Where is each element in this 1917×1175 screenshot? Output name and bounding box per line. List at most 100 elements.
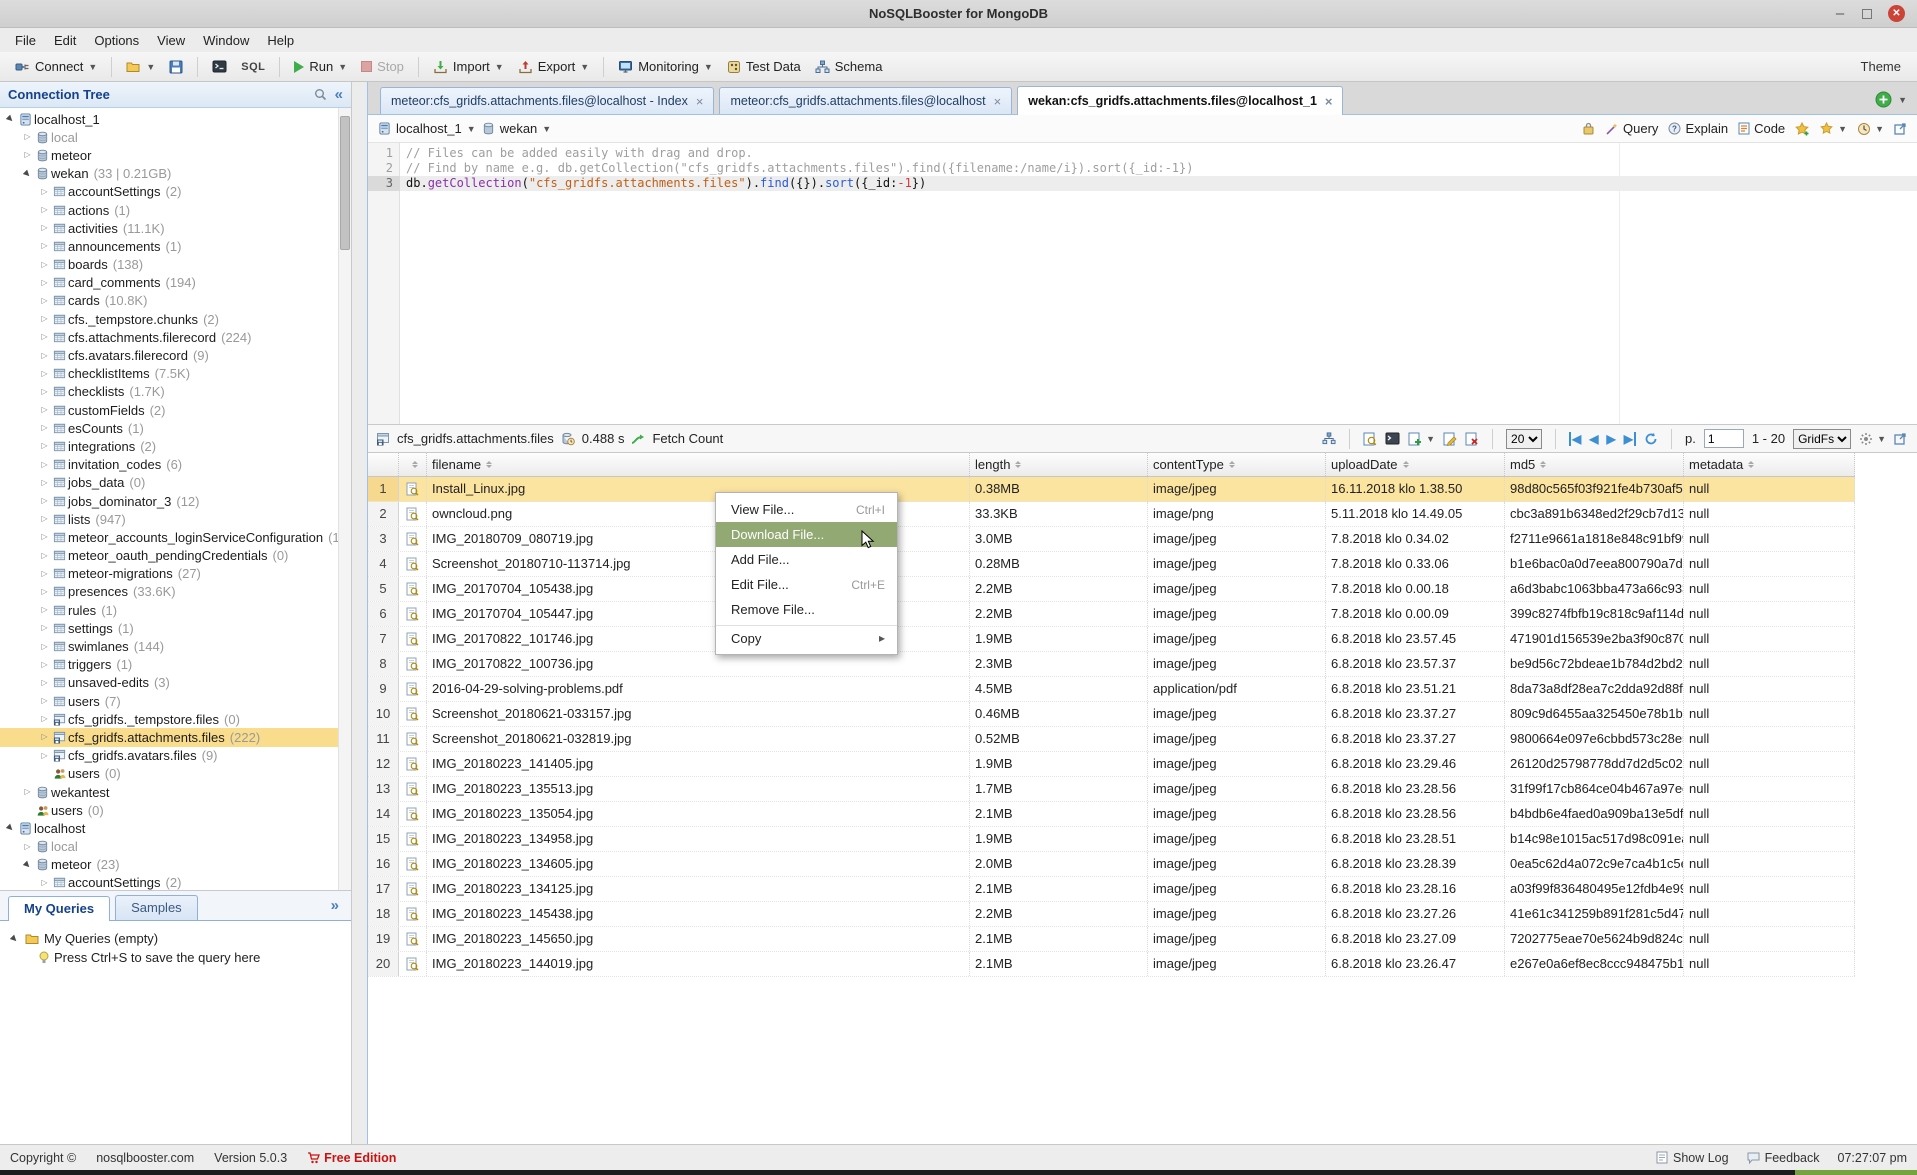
test-data-button[interactable]: Test Data <box>722 57 806 76</box>
edit-document-icon[interactable] <box>1443 432 1457 446</box>
tree-item[interactable]: wekan (33 | 0.21GB) <box>0 165 338 183</box>
add-document-icon[interactable]: ▼ <box>1408 432 1435 446</box>
new-tab-button[interactable] <box>1875 91 1892 108</box>
tree-item[interactable]: lists (947) <box>0 510 338 528</box>
code-button[interactable]: Code <box>1738 121 1785 136</box>
sort-icon[interactable] <box>1540 459 1547 470</box>
expand-arrow-icon[interactable] <box>38 206 51 214</box>
queries-tab[interactable]: Samples <box>115 895 198 920</box>
tree-item[interactable]: cfs_gridfs.avatars.files (9) <box>0 747 338 765</box>
column-header[interactable] <box>399 453 427 476</box>
expand-arrow-icon[interactable] <box>38 533 51 541</box>
expand-arrow-icon[interactable] <box>38 515 51 523</box>
sort-icon[interactable] <box>1748 459 1755 470</box>
table-row[interactable]: 6 IMG_20170704_105447.jpg 2.2MB image/jp… <box>368 602 1855 627</box>
tree-item[interactable]: settings (1) <box>0 619 338 637</box>
expand-arrow-icon[interactable] <box>38 188 51 196</box>
expand-arrow-icon[interactable] <box>21 843 34 851</box>
sort-icon[interactable] <box>486 459 493 470</box>
expand-arrow-icon[interactable] <box>38 679 51 687</box>
refresh-icon[interactable] <box>1644 432 1658 446</box>
explain-button[interactable]: ? Explain <box>1668 121 1728 136</box>
expand-arrow-icon[interactable] <box>38 752 51 760</box>
tree-item[interactable]: actions (1) <box>0 201 338 219</box>
expand-arrow-icon[interactable] <box>38 643 51 651</box>
expand-arrow-icon[interactable] <box>21 133 34 141</box>
column-header[interactable]: metadata <box>1684 453 1855 476</box>
tree-item[interactable]: wekantest <box>0 783 338 801</box>
table-row[interactable]: 8 IMG_20170822_100736.jpg 2.3MB image/jp… <box>368 652 1855 677</box>
sort-icon[interactable] <box>1015 459 1022 470</box>
tree-item[interactable]: cfs_gridfs._tempstore.files (0) <box>0 710 338 728</box>
monitoring-button[interactable]: Monitoring▼ <box>613 57 718 76</box>
tree-item[interactable]: cfs.avatars.filerecord (9) <box>0 346 338 364</box>
expand-arrow-icon[interactable] <box>4 115 17 123</box>
menu-item[interactable]: File <box>6 28 45 52</box>
context-menu-item[interactable]: Remove File... <box>716 597 897 622</box>
expand-arrow-icon[interactable] <box>38 279 51 287</box>
tree-item[interactable]: localhost <box>0 819 338 837</box>
queries-tab[interactable]: My Queries <box>8 896 110 921</box>
import-button[interactable]: Import▼ <box>428 57 509 76</box>
open-file-button[interactable]: ▼ <box>121 58 160 75</box>
expand-arrow-icon[interactable] <box>21 788 34 796</box>
tree-item[interactable]: presences (33.6K) <box>0 583 338 601</box>
tree-item[interactable]: announcements (1) <box>0 237 338 255</box>
tree-item[interactable]: esCounts (1) <box>0 419 338 437</box>
scrollbar-thumb[interactable] <box>340 116 350 250</box>
sql-button[interactable]: SQL <box>236 59 270 75</box>
table-row[interactable]: 9 2016-04-29-solving-problems.pdf 4.5MB … <box>368 677 1855 702</box>
expand-arrow-icon[interactable] <box>21 170 34 178</box>
tree-item[interactable]: jobs_dominator_3 (12) <box>0 492 338 510</box>
preview-file-icon[interactable] <box>399 952 427 976</box>
table-row[interactable]: 3 IMG_20180709_080719.jpg 3.0MB image/jp… <box>368 527 1855 552</box>
table-row[interactable]: 18 IMG_20180223_145438.jpg 2.2MB image/j… <box>368 902 1855 927</box>
connect-button[interactable]: Connect▼ <box>10 57 102 76</box>
menu-item[interactable]: Help <box>258 28 303 52</box>
expand-arrow-icon[interactable] <box>38 424 51 432</box>
database-selector[interactable]: wekan ▼ <box>482 121 552 136</box>
tree-item[interactable]: integrations (2) <box>0 437 338 455</box>
editor-line[interactable]: 3db.getCollection("cfs_gridfs.attachment… <box>368 176 1917 191</box>
stop-button[interactable]: Stop <box>356 57 409 76</box>
editor-tab[interactable]: meteor:cfs_gridfs.attachments.files@loca… <box>719 87 1012 114</box>
delete-document-icon[interactable] <box>1465 432 1479 446</box>
expand-arrow-icon[interactable] <box>38 606 51 614</box>
preview-file-icon[interactable] <box>399 527 427 551</box>
preview-file-icon[interactable] <box>399 877 427 901</box>
schema-button[interactable]: Schema <box>810 57 888 76</box>
save-button[interactable] <box>164 58 188 76</box>
tree-item[interactable]: rules (1) <box>0 601 338 619</box>
expand-arrow-icon[interactable] <box>8 935 21 943</box>
expand-arrow-icon[interactable] <box>38 479 51 487</box>
tree-item[interactable]: accountSettings (2) <box>0 874 338 890</box>
expand-arrow-icon[interactable] <box>38 497 51 505</box>
expand-arrow-icon[interactable] <box>38 588 51 596</box>
next-page-button[interactable]: ▶ <box>1607 432 1616 446</box>
fetch-count-button[interactable]: Fetch Count <box>652 431 723 446</box>
preview-file-icon[interactable] <box>399 852 427 876</box>
expand-results-icon[interactable] <box>1894 432 1907 445</box>
expand-arrow-icon[interactable] <box>21 861 34 869</box>
page-number-input[interactable] <box>1704 429 1744 448</box>
expand-arrow-icon[interactable] <box>38 333 51 341</box>
maximize-button[interactable] <box>1862 9 1872 19</box>
favorites-icon[interactable]: ▼ <box>1820 122 1847 135</box>
tree-item[interactable]: meteor <box>0 146 338 164</box>
preview-file-icon[interactable] <box>399 752 427 776</box>
table-row[interactable]: 12 IMG_20180223_141405.jpg 1.9MB image/j… <box>368 752 1855 777</box>
tree-item[interactable]: local <box>0 128 338 146</box>
clipboard-lock-icon[interactable] <box>1582 122 1595 135</box>
tree-item[interactable]: boards (138) <box>0 256 338 274</box>
editor-line[interactable]: 2// Find by name e.g. db.getCollection("… <box>368 161 1917 176</box>
expand-arrow-icon[interactable] <box>38 570 51 578</box>
view-mode-select[interactable]: GridFs <box>1793 429 1851 449</box>
tree-item[interactable]: accountSettings (2) <box>0 183 338 201</box>
prev-page-button[interactable]: ◀ <box>1589 432 1598 446</box>
tree-item[interactable]: meteor (23) <box>0 856 338 874</box>
column-header[interactable]: filename <box>427 453 970 476</box>
expand-arrow-icon[interactable] <box>4 824 17 832</box>
tree-item[interactable]: jobs_data (0) <box>0 474 338 492</box>
preview-file-icon[interactable] <box>399 827 427 851</box>
preview-file-icon[interactable] <box>399 602 427 626</box>
